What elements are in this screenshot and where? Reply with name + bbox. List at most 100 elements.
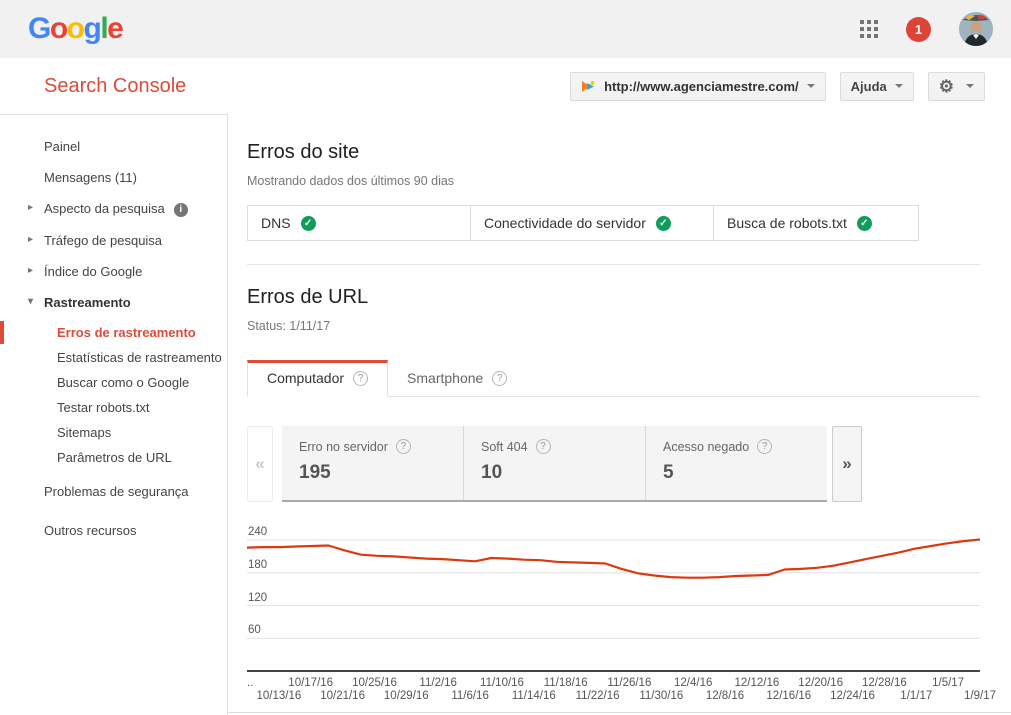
x-axis-label: 10/17/16 — [288, 677, 333, 689]
x-axis-label: 10/21/16 — [320, 690, 365, 702]
help-question-icon: ? — [536, 439, 551, 454]
chevron-down-icon — [895, 84, 903, 88]
x-axis-label: 11/18/16 — [544, 677, 588, 689]
sidebar-item[interactable]: ▸Tráfego de pesquisa — [0, 225, 227, 256]
error-card-label: Soft 404? — [481, 439, 645, 454]
error-card-value: 5 — [663, 462, 827, 484]
settings-dropdown[interactable]: ⚙ — [928, 72, 985, 101]
top-bar: Google 1 — [0, 0, 1011, 58]
x-axis-label: 11/22/16 — [576, 690, 620, 702]
x-axis-label: 11/30/16 — [639, 690, 683, 702]
x-axis-label: 11/26/16 — [607, 677, 651, 689]
chevron-down-icon: ▾ — [28, 296, 33, 307]
tab-computador[interactable]: Computador? — [247, 360, 388, 397]
sidebar-item-label: Painel — [44, 139, 80, 154]
error-card-label: Acesso negado? — [663, 439, 827, 454]
content-bottom-edge — [228, 712, 1011, 713]
header-actions: http://www.agenciamestre.com/ Ajuda ⚙ — [570, 72, 985, 101]
avatar[interactable] — [959, 12, 993, 46]
sidebar-item-label: Rastreamento — [44, 295, 131, 310]
x-axis-label: 12/20/16 — [798, 677, 843, 689]
logo-letter: o — [67, 12, 84, 45]
errors-trend-chart[interactable]: 60120180240..10/17/1610/25/1611/2/1611/1… — [247, 527, 980, 699]
chevron-right-icon: ▸ — [28, 234, 33, 245]
section-divider — [247, 264, 980, 265]
site-errors-checks: DNS✓Conectividade do servidor✓Busca de r… — [247, 205, 919, 241]
sidebar-nav: Painel Mensagens (11) ▸ Aspecto da pesquisa… — [0, 114, 228, 715]
sidebar-subitem[interactable]: Parâmetros de URL — [0, 445, 227, 470]
tab-smartphone[interactable]: Smartphone? — [388, 361, 526, 396]
sidebar-item[interactable]: ▾ Rastreamento — [0, 287, 227, 318]
x-axis-label: .. — [247, 677, 253, 689]
x-axis-label: 10/13/16 — [257, 690, 302, 702]
site-check-cell[interactable]: DNS ✓ — [248, 206, 470, 240]
cards-next-button[interactable]: » — [832, 426, 862, 502]
y-axis-label: 240 — [248, 526, 267, 538]
tab-label: Computador — [267, 370, 344, 386]
x-axis-label: 11/6/16 — [451, 690, 489, 702]
apps-grid-icon[interactable] — [860, 20, 878, 38]
error-card[interactable]: Soft 404?10 — [463, 426, 645, 500]
sidebar-item[interactable]: ▸ Índice do Google — [0, 256, 227, 287]
sidebar-subitem[interactable]: Erros de rastreamento — [0, 320, 227, 345]
help-label: Ajuda — [851, 79, 887, 94]
avatar-photo — [959, 12, 993, 46]
sidebar-subitem[interactable]: Buscar como o Google — [0, 370, 227, 395]
error-card-label-text: Acesso negado — [663, 440, 749, 454]
x-axis-label: 12/28/16 — [862, 677, 907, 689]
url-errors-title: Erros de URL — [247, 286, 1011, 309]
error-card-label-text: Soft 404 — [481, 440, 528, 454]
chevron-right-icon: ▸ — [28, 265, 33, 276]
body-row: Painel Mensagens (11) ▸ Aspecto da pesquisa… — [0, 114, 1011, 715]
site-selector-dropdown[interactable]: http://www.agenciamestre.com/ — [570, 72, 826, 101]
x-axis-label: 12/12/16 — [735, 677, 780, 689]
error-card[interactable]: Erro no servidor?195 — [282, 426, 463, 500]
error-card[interactable]: Acesso negado? 5 — [645, 426, 827, 500]
chevron-down-icon — [807, 84, 815, 88]
sidebar-item[interactable]: ▸ Aspecto da pesquisa i — [0, 193, 227, 225]
main-content: Erros do site Mostrando dados dos último… — [228, 114, 1011, 715]
top-bar-right: 1 — [860, 12, 993, 46]
sidebar-item[interactable]: Problemas de segurança — [0, 476, 227, 507]
check-ok-icon: ✓ — [857, 216, 872, 231]
data-series-line — [247, 540, 980, 578]
sidebar-item-label: Mensagens (11) — [44, 170, 137, 185]
sidebar-item-label: Aspecto da pesquisa — [44, 201, 165, 216]
help-question-icon: ? — [353, 371, 368, 386]
site-check-label: DNS — [261, 215, 291, 231]
x-axis-label: 11/2/16 — [419, 677, 457, 689]
help-dropdown[interactable]: Ajuda — [840, 72, 914, 101]
x-axis-label: 10/25/16 — [352, 677, 397, 689]
error-cards-row: « Erro no servidor?195Soft 404?10Acesso … — [247, 426, 980, 502]
x-axis-label: 12/8/16 — [706, 690, 744, 702]
x-axis-label: 1/9/17 — [964, 690, 996, 702]
site-url-label: http://www.agenciamestre.com/ — [604, 79, 799, 94]
notification-badge[interactable]: 1 — [906, 17, 931, 42]
site-check-cell[interactable]: Busca de robots.txt ✓ — [713, 206, 918, 240]
sidebar-sublist: Erros de rastreamentoEstatísticas de ras… — [0, 318, 227, 476]
sidebar-item[interactable]: Mensagens (11) — [0, 162, 227, 193]
x-axis-label: 1/1/17 — [900, 690, 932, 702]
chevron-right-icon: ▸ — [28, 202, 33, 213]
logo-letter: o — [50, 12, 67, 45]
gear-icon: ⚙ — [939, 78, 954, 95]
sidebar-item-label: Índice do Google — [44, 264, 142, 279]
site-check-label: Busca de robots.txt — [727, 215, 847, 231]
info-icon: i — [174, 203, 188, 217]
x-axis-label: 12/24/16 — [830, 690, 875, 702]
sidebar-item[interactable]: Painel — [0, 131, 227, 162]
google-logo[interactable]: Google — [28, 12, 122, 46]
x-axis-label: 1/5/17 — [932, 677, 964, 689]
sidebar-item[interactable]: Outros recursos — [0, 515, 227, 546]
sidebar-subitem[interactable]: Estatísticas de rastreamento — [0, 345, 227, 370]
cards-prev-button[interactable]: « — [247, 426, 273, 502]
check-ok-icon: ✓ — [656, 216, 671, 231]
logo-letter: g — [84, 12, 101, 45]
sidebar-subitem[interactable]: Testar robots.txt — [0, 395, 227, 420]
app-title[interactable]: Search Console — [44, 75, 186, 98]
logo-letter: G — [28, 12, 50, 45]
sidebar-subitem[interactable]: Sitemaps — [0, 420, 227, 445]
site-check-cell[interactable]: Conectividade do servidor✓ — [470, 206, 713, 240]
chevron-down-icon — [966, 84, 974, 88]
check-ok-icon: ✓ — [301, 216, 316, 231]
